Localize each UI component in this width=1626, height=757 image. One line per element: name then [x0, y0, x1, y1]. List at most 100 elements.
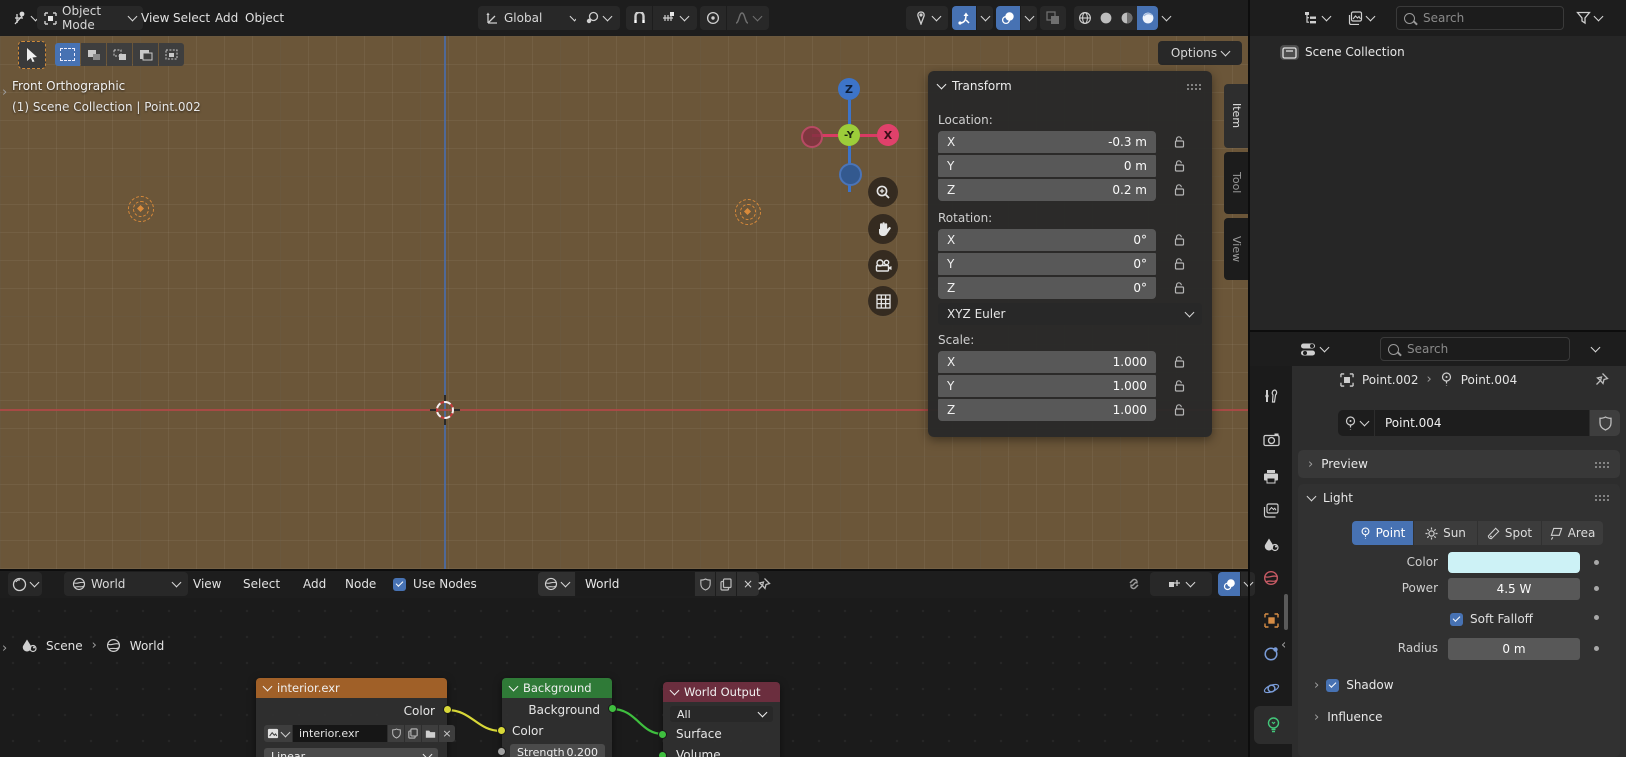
- world-name-field[interactable]: World: [576, 572, 694, 596]
- point-light-001-glyph[interactable]: [128, 196, 154, 222]
- shading-rendered-button[interactable]: [1137, 6, 1158, 30]
- outliner-search[interactable]: [1396, 6, 1564, 30]
- animate-dot[interactable]: [1594, 586, 1599, 591]
- toolbar-expand-arrow[interactable]: ›: [2, 86, 7, 99]
- editor-divider-right[interactable]: [1250, 330, 1626, 332]
- node-collapse-chevron[interactable]: [263, 682, 273, 692]
- sidebar-tab-tool[interactable]: Tool: [1224, 152, 1249, 214]
- shading-wireframe-button[interactable]: [1074, 6, 1095, 30]
- active-tool-button[interactable]: [18, 41, 46, 69]
- power-field[interactable]: 4.5 W: [1448, 578, 1580, 600]
- soft-falloff-checkbox[interactable]: [1450, 613, 1463, 626]
- socket-color-input[interactable]: [497, 726, 506, 735]
- outliner-editor-type-button[interactable]: [1304, 6, 1330, 30]
- world-copy-button[interactable]: [716, 572, 736, 596]
- tab-view-layer[interactable]: [1252, 494, 1290, 526]
- socket-volume-input[interactable]: [658, 751, 667, 757]
- strength-field[interactable]: Strength0.200: [510, 744, 605, 757]
- select-subtract-button[interactable]: [107, 43, 132, 66]
- node-collapse-chevron[interactable]: [509, 682, 519, 692]
- show-overlays-button[interactable]: [996, 6, 1020, 30]
- panel-grip[interactable]: [1186, 83, 1202, 90]
- outliner-display-mode-button[interactable]: [1348, 6, 1374, 30]
- lock-rotation-z-icon[interactable]: [1172, 281, 1186, 295]
- pivot-point-dropdown[interactable]: [576, 6, 620, 30]
- overlays-dropdown[interactable]: [1021, 6, 1037, 30]
- outliner-row-scene-collection[interactable]: Scene Collection: [1250, 40, 1626, 64]
- world-fake-user-button[interactable]: [695, 572, 715, 596]
- tab-output[interactable]: [1252, 460, 1290, 492]
- shading-solid-button[interactable]: [1095, 6, 1116, 30]
- select-extend-button[interactable]: [81, 43, 106, 66]
- camera-view-button[interactable]: [868, 250, 898, 280]
- output-target-dropdown[interactable]: All: [670, 706, 773, 722]
- shader-editor-type-button[interactable]: [8, 572, 42, 596]
- select-intersect-button[interactable]: [159, 43, 184, 66]
- gizmo-dropdown[interactable]: [977, 6, 993, 30]
- fake-user-button[interactable]: [1590, 410, 1620, 436]
- panel-grip[interactable]: [1594, 461, 1610, 468]
- lock-location-x-icon[interactable]: [1172, 135, 1186, 149]
- light-type-area[interactable]: Area: [1542, 521, 1603, 545]
- socket-background-output[interactable]: [608, 704, 617, 713]
- sidebar-tab-view[interactable]: View: [1224, 218, 1249, 280]
- rotation-mode-dropdown[interactable]: XYZ Euler: [938, 303, 1202, 325]
- breadcrumb-data[interactable]: Point.004: [1461, 373, 1518, 387]
- node-image-texture[interactable]: interior.exr Color interior.exr: [256, 678, 447, 757]
- tab-object-data-active[interactable]: [1254, 706, 1292, 744]
- breadcrumb-object[interactable]: Point.002: [1362, 373, 1419, 387]
- editor-divider-horizontal[interactable]: [0, 569, 1249, 571]
- region-collapse-arrow[interactable]: ›: [1281, 638, 1286, 651]
- shader-overlays-button[interactable]: [1218, 572, 1240, 596]
- pin-icon[interactable]: [756, 577, 771, 592]
- socket-surface-input[interactable]: [658, 730, 667, 739]
- shading-dropdown[interactable]: [1158, 6, 1174, 30]
- show-gizmo-button[interactable]: [952, 6, 976, 30]
- location-x-field[interactable]: X-0.3 m: [938, 131, 1156, 153]
- proportional-edit-button[interactable]: [700, 6, 726, 30]
- node-background[interactable]: Background Background Color Strength0.20…: [502, 678, 612, 757]
- gizmo-axis-neg-z[interactable]: [839, 163, 862, 186]
- animate-dot[interactable]: [1594, 615, 1599, 620]
- image-name-field[interactable]: interior.exr: [293, 725, 387, 742]
- xray-toggle-button[interactable]: [1040, 6, 1066, 30]
- light-panel-header[interactable]: Light: [1298, 484, 1620, 511]
- lock-location-y-icon[interactable]: [1172, 159, 1186, 173]
- properties-search[interactable]: [1380, 337, 1570, 361]
- light-type-spot[interactable]: Spot: [1478, 521, 1541, 545]
- expand-arrow-icon[interactable]: ›: [1314, 711, 1319, 724]
- panel-grip[interactable]: [1594, 494, 1610, 501]
- image-fake-user-button[interactable]: [388, 725, 404, 742]
- pan-button[interactable]: [868, 214, 898, 244]
- image-browse-dropdown[interactable]: [264, 725, 292, 742]
- panel-collapse-chevron[interactable]: [937, 80, 947, 90]
- gizmo-axis-neg-x[interactable]: [801, 126, 823, 148]
- rotation-y-field[interactable]: Y0°: [938, 253, 1156, 275]
- tab-tool[interactable]: [1252, 380, 1290, 412]
- zoom-button[interactable]: [868, 177, 898, 207]
- visibility-dropdown[interactable]: [906, 6, 948, 30]
- pin-icon[interactable]: [1594, 372, 1609, 387]
- proportional-falloff-dropdown[interactable]: [727, 6, 769, 30]
- scale-x-field[interactable]: X1.000: [938, 351, 1156, 373]
- tab-physics[interactable]: [1252, 672, 1290, 704]
- shading-material-button[interactable]: [1116, 6, 1137, 30]
- image-copy-button[interactable]: [405, 725, 421, 742]
- gizmo-axis-z[interactable]: Z: [838, 78, 860, 100]
- snap-link-icon[interactable]: [1126, 576, 1142, 592]
- properties-scrollbar[interactable]: [1284, 594, 1288, 630]
- options-button[interactable]: Options: [1158, 41, 1242, 65]
- light-type-sun[interactable]: Sun: [1414, 521, 1477, 545]
- snap-node-dropdown[interactable]: [1150, 572, 1212, 596]
- light-datablock-dropdown[interactable]: [1338, 410, 1374, 436]
- node-collapse-chevron[interactable]: [670, 686, 680, 696]
- rotation-z-field[interactable]: Z0°: [938, 277, 1156, 299]
- socket-strength-input[interactable]: [497, 747, 506, 756]
- preview-panel-header[interactable]: › Preview: [1298, 450, 1620, 478]
- radius-field[interactable]: 0 m: [1448, 638, 1580, 660]
- tab-world[interactable]: [1252, 562, 1290, 594]
- tab-render[interactable]: [1252, 424, 1290, 456]
- menu-object[interactable]: Object: [234, 6, 295, 30]
- shader-menu-select[interactable]: Select: [232, 572, 291, 596]
- select-invert-button[interactable]: [133, 43, 158, 66]
